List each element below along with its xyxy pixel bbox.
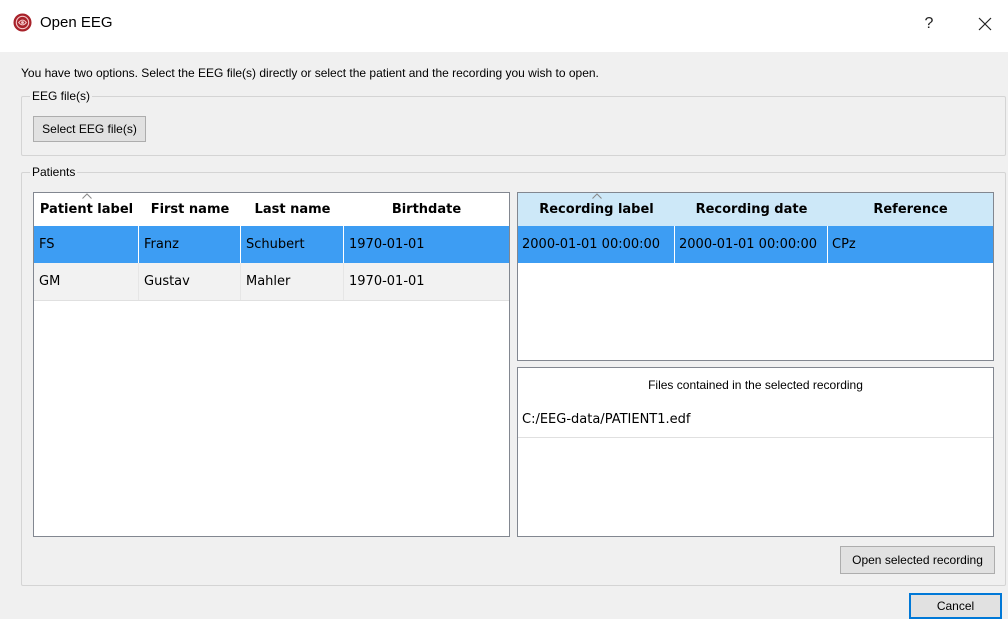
eeg-files-group	[21, 96, 1006, 156]
column-header-birthdate[interactable]: Birthdate	[344, 193, 509, 226]
column-header-first-name[interactable]: First name	[139, 193, 241, 226]
table-row[interactable]: GM Gustav Mahler 1970-01-01	[34, 263, 509, 301]
sort-ascending-icon	[81, 193, 92, 199]
recordings-table[interactable]: Recording label Recording date Reference…	[517, 192, 994, 361]
cell-birthdate: 1970-01-01	[349, 237, 425, 252]
window-title: Open EEG	[40, 14, 113, 31]
cell-last-name: Mahler	[241, 263, 344, 300]
title-bar: Open EEG ?	[0, 0, 1008, 52]
column-header-recording-date[interactable]: Recording date	[675, 193, 828, 226]
cell-first-name: Gustav	[139, 263, 241, 300]
table-row[interactable]: FS Franz Schubert 1970-01-01	[34, 226, 509, 263]
cell-recording-date: 2000-01-01 00:00:00	[675, 226, 828, 263]
instructions-text: You have two options. Select the EEG fil…	[21, 66, 599, 80]
close-icon	[978, 17, 992, 31]
open-selected-recording-button[interactable]: Open selected recording	[840, 546, 995, 574]
cancel-button[interactable]: Cancel	[909, 593, 1002, 619]
close-button[interactable]	[970, 12, 1000, 36]
file-item[interactable]: C:/EEG-data/PATIENT1.edf	[518, 402, 993, 438]
column-header-reference[interactable]: Reference	[828, 193, 993, 226]
cell-recording-label: 2000-01-01 00:00:00	[518, 226, 675, 263]
cell-last-name: Schubert	[241, 226, 344, 263]
patients-table[interactable]: Patient label First name Last name Birth…	[33, 192, 510, 537]
sort-ascending-icon	[591, 193, 602, 199]
table-row[interactable]: 2000-01-01 00:00:00 2000-01-01 00:00:00 …	[518, 226, 993, 263]
select-eeg-files-button[interactable]: Select EEG file(s)	[33, 116, 146, 142]
cell-patient-label: GM	[34, 263, 139, 300]
eeg-files-group-title: EEG file(s)	[30, 89, 93, 103]
column-header-recording-label[interactable]: Recording label	[518, 193, 675, 226]
recordings-table-header: Recording label Recording date Reference	[518, 193, 993, 226]
column-header-last-name[interactable]: Last name	[241, 193, 344, 226]
cell-first-name: Franz	[139, 226, 241, 263]
cell-reference: CPz	[832, 237, 856, 252]
column-header-patient-label[interactable]: Patient label	[34, 193, 139, 226]
cell-birthdate: 1970-01-01	[349, 274, 425, 289]
files-list[interactable]: Files contained in the selected recordin…	[517, 367, 994, 537]
help-button[interactable]: ?	[914, 12, 944, 36]
brain-app-icon	[13, 13, 32, 32]
cell-patient-label: FS	[34, 226, 139, 263]
patients-group-title: Patients	[30, 165, 78, 179]
files-list-header: Files contained in the selected recordin…	[648, 378, 863, 392]
patients-table-header: Patient label First name Last name Birth…	[34, 193, 509, 226]
